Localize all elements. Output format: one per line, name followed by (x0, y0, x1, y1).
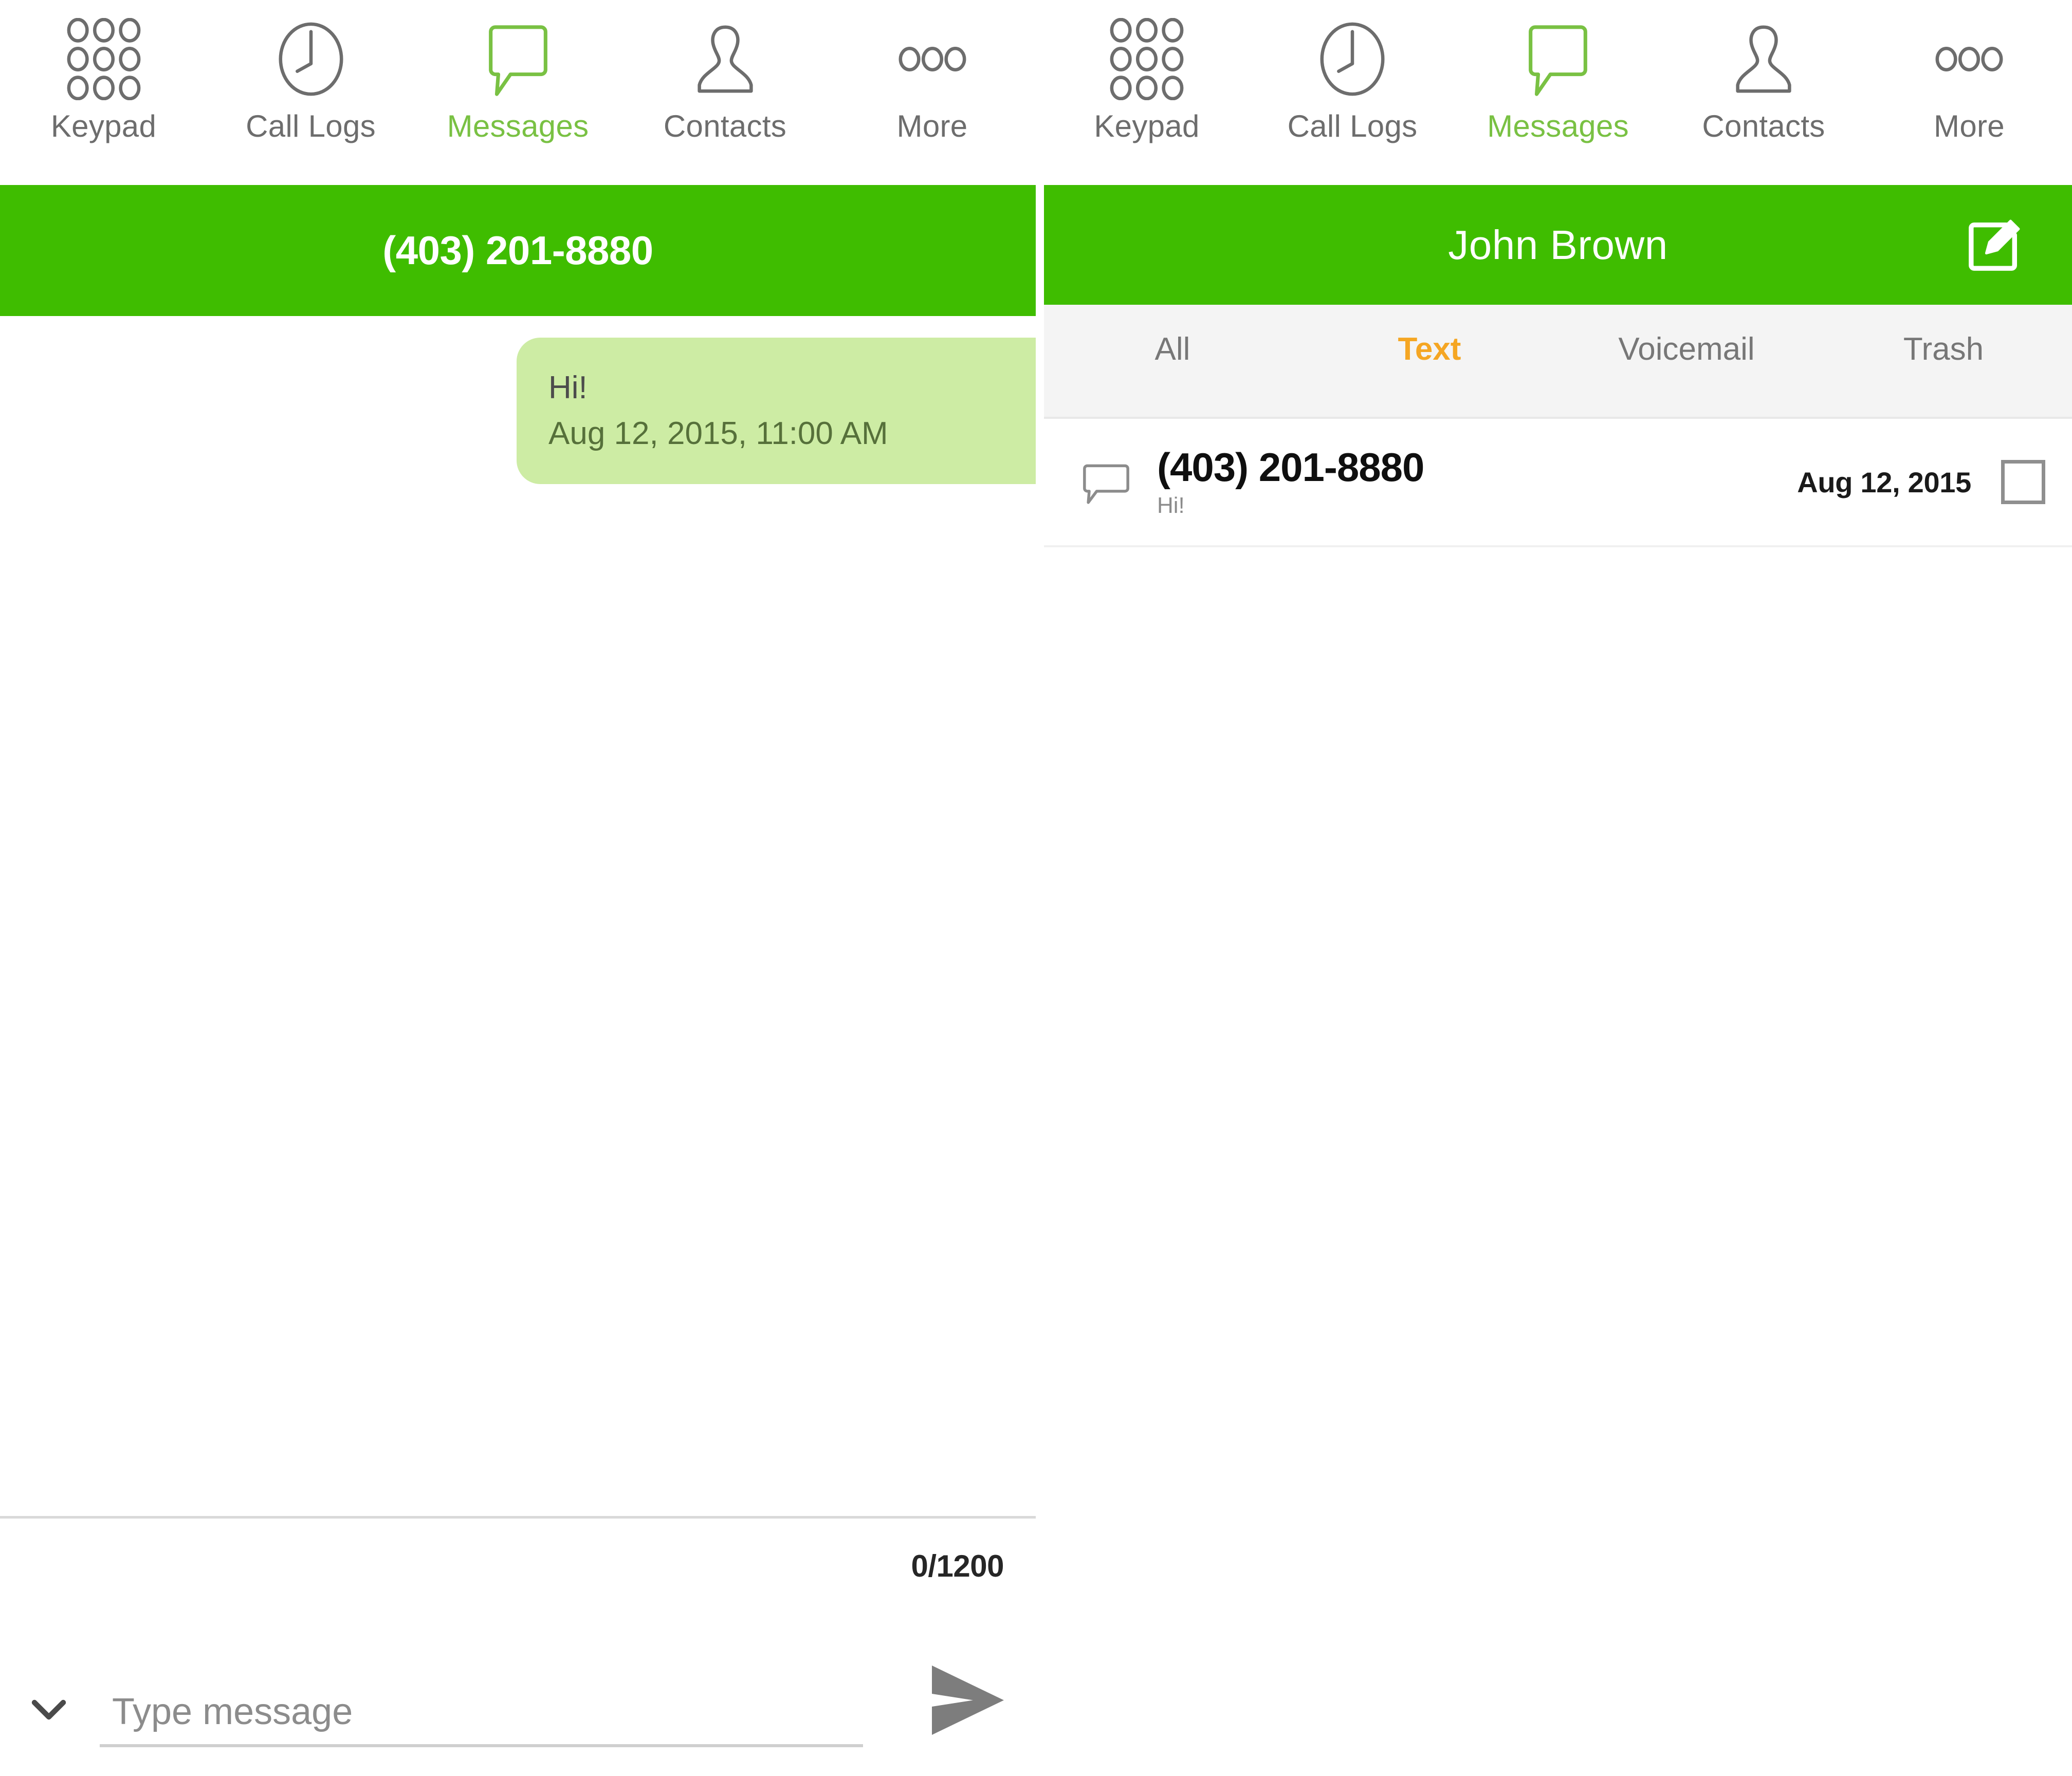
person-icon (1725, 15, 1802, 103)
message-select-checkbox[interactable] (2001, 460, 2045, 505)
clock-icon (1314, 15, 1391, 103)
nav-item-more[interactable]: More (1866, 7, 2072, 142)
ellipsis-icon (894, 15, 971, 103)
message-composer: 0/1200 (0, 1516, 1036, 1776)
nav-item-keypad[interactable]: Keypad (0, 7, 207, 142)
clock-icon (272, 15, 350, 103)
right-phone-screen: Keypad Call Logs Messages Contacts More … (1044, 0, 2072, 1776)
tab-all[interactable]: All (1044, 334, 1301, 365)
nav-label-contacts: Contacts (663, 109, 787, 143)
message-bubble-outline-icon (1068, 457, 1145, 507)
message-bubble-icon (1519, 15, 1597, 103)
nav-item-contacts[interactable]: Contacts (1661, 7, 1866, 142)
right-top-navigation: Keypad Call Logs Messages Contacts More (1044, 0, 2072, 185)
message-list: (403) 201-8880 Hi! Aug 12, 2015 (1044, 419, 2072, 1776)
tab-trash[interactable]: Trash (1815, 334, 2072, 365)
message-timestamp: Aug 12, 2015, 11:00 AM (548, 416, 888, 452)
nav-label-contacts: Contacts (1702, 109, 1825, 143)
message-date: Aug 12, 2015 (1797, 466, 1971, 498)
message-body: Hi! (548, 370, 588, 405)
keypad-icon (1108, 15, 1185, 103)
nav-item-messages[interactable]: Messages (414, 7, 621, 142)
nav-item-keypad[interactable]: Keypad (1044, 7, 1250, 142)
nav-label-call-logs: Call Logs (246, 109, 376, 143)
left-phone-screen: Keypad Call Logs Messages Contacts More … (0, 0, 1036, 1776)
nav-label-more: More (1934, 109, 2005, 143)
account-name: John Brown (1448, 221, 1668, 268)
panel-divider (1036, 0, 1044, 1776)
message-bubble-row: Hi! Aug 12, 2015, 11:00 AM (0, 316, 1036, 484)
chevron-down-icon[interactable] (21, 1680, 77, 1737)
table-row[interactable]: (403) 201-8880 Hi! Aug 12, 2015 (1044, 419, 2072, 548)
nav-label-more: More (896, 109, 968, 143)
compose-edit-icon[interactable] (1966, 217, 2023, 273)
nav-item-call-logs[interactable]: Call Logs (207, 7, 414, 142)
message-input[interactable] (100, 1691, 863, 1736)
nav-label-call-logs: Call Logs (1287, 109, 1418, 143)
message-bubble-icon (480, 15, 557, 103)
nav-label-keypad: Keypad (50, 109, 157, 143)
send-arrow-icon[interactable] (927, 1663, 1009, 1740)
dual-screenshot-container: Keypad Call Logs Messages Contacts More … (0, 0, 2072, 1776)
nav-item-contacts[interactable]: Contacts (621, 7, 829, 142)
message-row-main: (403) 201-8880 Hi! (1145, 445, 1797, 518)
left-top-navigation: Keypad Call Logs Messages Contacts More (0, 0, 1036, 185)
filter-tabs: All Text Voicemail Trash (1044, 305, 2072, 419)
conversation-title: (403) 201-8880 (382, 228, 653, 273)
conversation-thread: Hi! Aug 12, 2015, 11:00 AM (0, 316, 1036, 1516)
message-input-wrapper (100, 1691, 863, 1747)
keypad-icon (65, 15, 142, 103)
nav-label-messages: Messages (447, 109, 589, 143)
conversation-header: (403) 201-8880 (0, 185, 1036, 316)
composer-row (0, 1663, 1036, 1747)
nav-label-messages: Messages (1487, 109, 1629, 143)
nav-item-messages[interactable]: Messages (1455, 7, 1661, 142)
messages-header: John Brown (1044, 185, 2072, 305)
message-preview: Hi! (1157, 492, 1185, 518)
outgoing-message-bubble[interactable]: Hi! Aug 12, 2015, 11:00 AM (517, 338, 1036, 484)
ellipsis-icon (1931, 15, 2008, 103)
message-sender: (403) 201-8880 (1157, 445, 1424, 490)
nav-label-keypad: Keypad (1094, 109, 1200, 143)
tab-text[interactable]: Text (1301, 334, 1558, 365)
character-counter: 0/1200 (911, 1549, 1004, 1583)
tab-voicemail[interactable]: Voicemail (1558, 334, 1815, 365)
person-icon (687, 15, 764, 103)
nav-item-call-logs[interactable]: Call Logs (1250, 7, 1455, 142)
nav-item-more[interactable]: More (829, 7, 1036, 142)
